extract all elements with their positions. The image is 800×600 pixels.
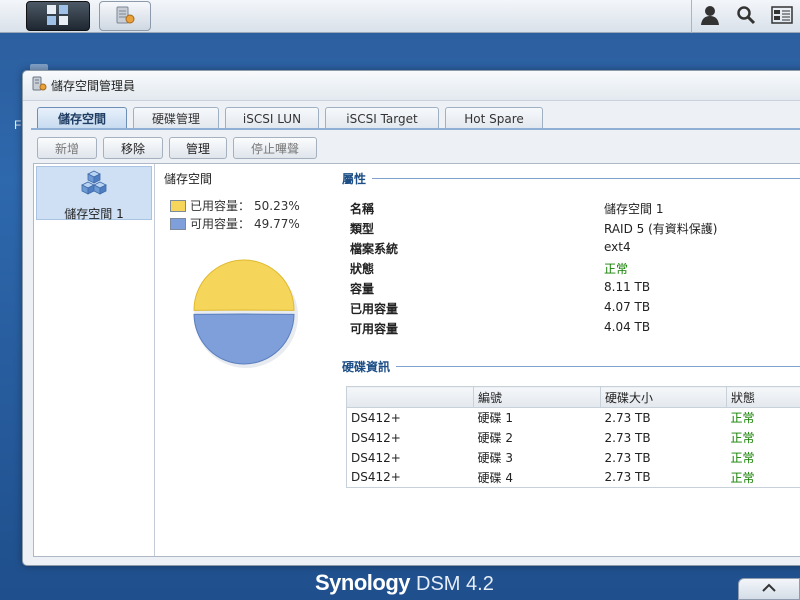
legend-used-percent: 50.23% xyxy=(254,198,300,213)
properties-rule xyxy=(372,178,800,179)
manage-button[interactable]: 管理 xyxy=(169,137,227,159)
disk-size: 2.73 TB xyxy=(604,430,651,445)
property-key: 狀態 xyxy=(350,262,375,276)
disk-model: DS412+ xyxy=(351,410,401,425)
stop-beep-button[interactable]: 停止嗶聲 xyxy=(233,137,317,159)
legend-free: 可用容量： 49.77% xyxy=(170,215,300,232)
volume-list-item-label: 儲存空間 1 xyxy=(64,207,124,221)
legend-free-label: 可用容量： xyxy=(190,217,251,231)
disk-info-heading: 硬碟資訊 xyxy=(342,360,391,374)
search-button[interactable] xyxy=(728,0,764,33)
legend-free-swatch xyxy=(170,217,186,230)
property-value: ext4 xyxy=(604,240,631,254)
property-key: 類型 xyxy=(350,222,375,236)
disk-table-header: 編號 硬碟大小 狀態 xyxy=(346,386,800,408)
show-desktop-button[interactable] xyxy=(738,578,800,600)
tab-iscsi-target[interactable]: iSCSI Target xyxy=(325,107,439,129)
disk-info-rule xyxy=(396,366,800,367)
pie-slice-used xyxy=(193,259,295,311)
disk-id: 硬碟 2 xyxy=(477,431,513,445)
main-menu-button[interactable] xyxy=(26,1,90,31)
properties-heading: 屬性 xyxy=(342,172,367,186)
disk-status: 正常 xyxy=(730,411,755,426)
storage-manager-icon xyxy=(31,76,47,95)
legend-used-label: 已用容量： xyxy=(190,199,251,213)
disk-table: 編號 硬碟大小 狀態 DS412+ 硬碟 1 2.73 TB 正常 DS412+… xyxy=(346,386,800,488)
disk-info-header: 硬碟資訊 xyxy=(342,358,800,375)
desktop-shortcut-label: F xyxy=(14,118,22,132)
widgets-icon xyxy=(771,6,793,27)
volume-list-item[interactable]: 儲存空間 1 xyxy=(36,166,152,221)
disk-model: DS412+ xyxy=(351,470,401,485)
disk-status: 正常 xyxy=(730,451,755,465)
disk-id: 硬碟 4 xyxy=(477,470,513,485)
pie-slice-free xyxy=(193,313,295,365)
disk-status: 正常 xyxy=(730,431,755,445)
tab-volume[interactable]: 儲存空間 xyxy=(37,107,127,129)
column-header-size[interactable]: 硬碟大小 xyxy=(600,386,727,408)
property-value: 8.11 TB xyxy=(604,280,651,294)
properties-header: 屬性 xyxy=(342,170,800,187)
disk-status: 正常 xyxy=(730,470,755,485)
dsm-brand: Synology DSM 4.2 xyxy=(315,570,494,596)
widgets-button[interactable] xyxy=(764,0,800,33)
legend-free-percent: 49.77% xyxy=(254,216,300,231)
table-row[interactable]: DS412+ 硬碟 4 2.73 TB 正常 xyxy=(347,468,800,488)
property-key: 名稱 xyxy=(350,202,375,216)
legend-used-swatch xyxy=(170,199,186,212)
usage-title: 儲存空間 xyxy=(164,172,213,186)
chevron-up-icon xyxy=(761,582,777,596)
column-header-model[interactable] xyxy=(346,386,474,408)
property-value: RAID 5 (有資料保護) xyxy=(604,222,718,236)
usage-pie-chart xyxy=(193,259,298,368)
disk-size: 2.73 TB xyxy=(604,470,651,485)
disk-size: 2.73 TB xyxy=(604,450,651,465)
property-value: 儲存空間 1 xyxy=(604,202,664,216)
storage-manager-taskbar-button[interactable] xyxy=(99,1,151,31)
property-value: 4.04 TB xyxy=(604,320,651,334)
disk-id: 硬碟 1 xyxy=(477,411,513,426)
disk-model: DS412+ xyxy=(351,430,401,445)
usage-panel: 儲存空間 已用容量： 50.23% 可用容量： 49.77% xyxy=(156,164,324,556)
search-icon xyxy=(736,5,756,28)
window-title: 儲存空間管理員 xyxy=(51,79,136,93)
create-button[interactable]: 新增 xyxy=(37,137,97,159)
details-panel: 屬性 名稱 儲存空間 1 類型 RAID 5 (有資料保護) 檔案系統 ext4… xyxy=(334,164,800,556)
property-value: 4.07 TB xyxy=(604,300,651,314)
tab-iscsi-lun[interactable]: iSCSI LUN xyxy=(225,107,319,129)
property-key: 檔案系統 xyxy=(350,242,399,256)
brand-name: Synology xyxy=(315,570,411,595)
column-header-status[interactable]: 狀態 xyxy=(726,386,800,408)
tab-hot-spare[interactable]: Hot Spare xyxy=(445,107,543,129)
brand-version: DSM 4.2 xyxy=(416,573,494,595)
window-titlebar[interactable]: 儲存空間管理員 xyxy=(23,71,800,101)
table-row[interactable]: DS412+ 硬碟 1 2.73 TB 正常 xyxy=(347,408,800,428)
property-key: 已用容量 xyxy=(350,302,399,316)
tab-underline xyxy=(31,128,800,130)
toolbar: 新增 移除 管理 停止嗶聲 xyxy=(37,137,323,159)
disk-id: 硬碟 3 xyxy=(477,451,513,465)
disk-size: 2.73 TB xyxy=(604,410,651,425)
main-content: 儲存空間 1 儲存空間 已用容量： 50.23% 可用容量： 49.77% 屬性… xyxy=(33,163,800,557)
column-header-id[interactable]: 編號 xyxy=(473,386,601,408)
user-icon xyxy=(700,5,720,28)
table-row[interactable]: DS412+ 硬碟 3 2.73 TB 正常 xyxy=(347,448,800,468)
user-button[interactable] xyxy=(692,0,728,33)
grid-icon xyxy=(46,4,70,29)
disk-model: DS412+ xyxy=(351,450,401,465)
property-key: 可用容量 xyxy=(350,322,399,336)
taskbar xyxy=(0,0,800,33)
legend-used: 已用容量： 50.23% xyxy=(170,197,300,214)
volume-cubes-icon xyxy=(79,170,109,201)
table-row[interactable]: DS412+ 硬碟 2 2.73 TB 正常 xyxy=(347,428,800,448)
storage-manager-icon xyxy=(114,4,136,29)
storage-manager-window: 儲存空間管理員 儲存空間 硬碟管理 iSCSI LUN iSCSI Target… xyxy=(22,70,800,566)
tab-hdd-management[interactable]: 硬碟管理 xyxy=(133,107,219,129)
volume-list: 儲存空間 1 xyxy=(34,164,155,556)
remove-button[interactable]: 移除 xyxy=(103,137,163,159)
property-key: 容量 xyxy=(350,282,375,296)
tab-bar: 儲存空間 硬碟管理 iSCSI LUN iSCSI Target Hot Spa… xyxy=(37,107,549,129)
status-value: 正常 xyxy=(604,262,629,276)
